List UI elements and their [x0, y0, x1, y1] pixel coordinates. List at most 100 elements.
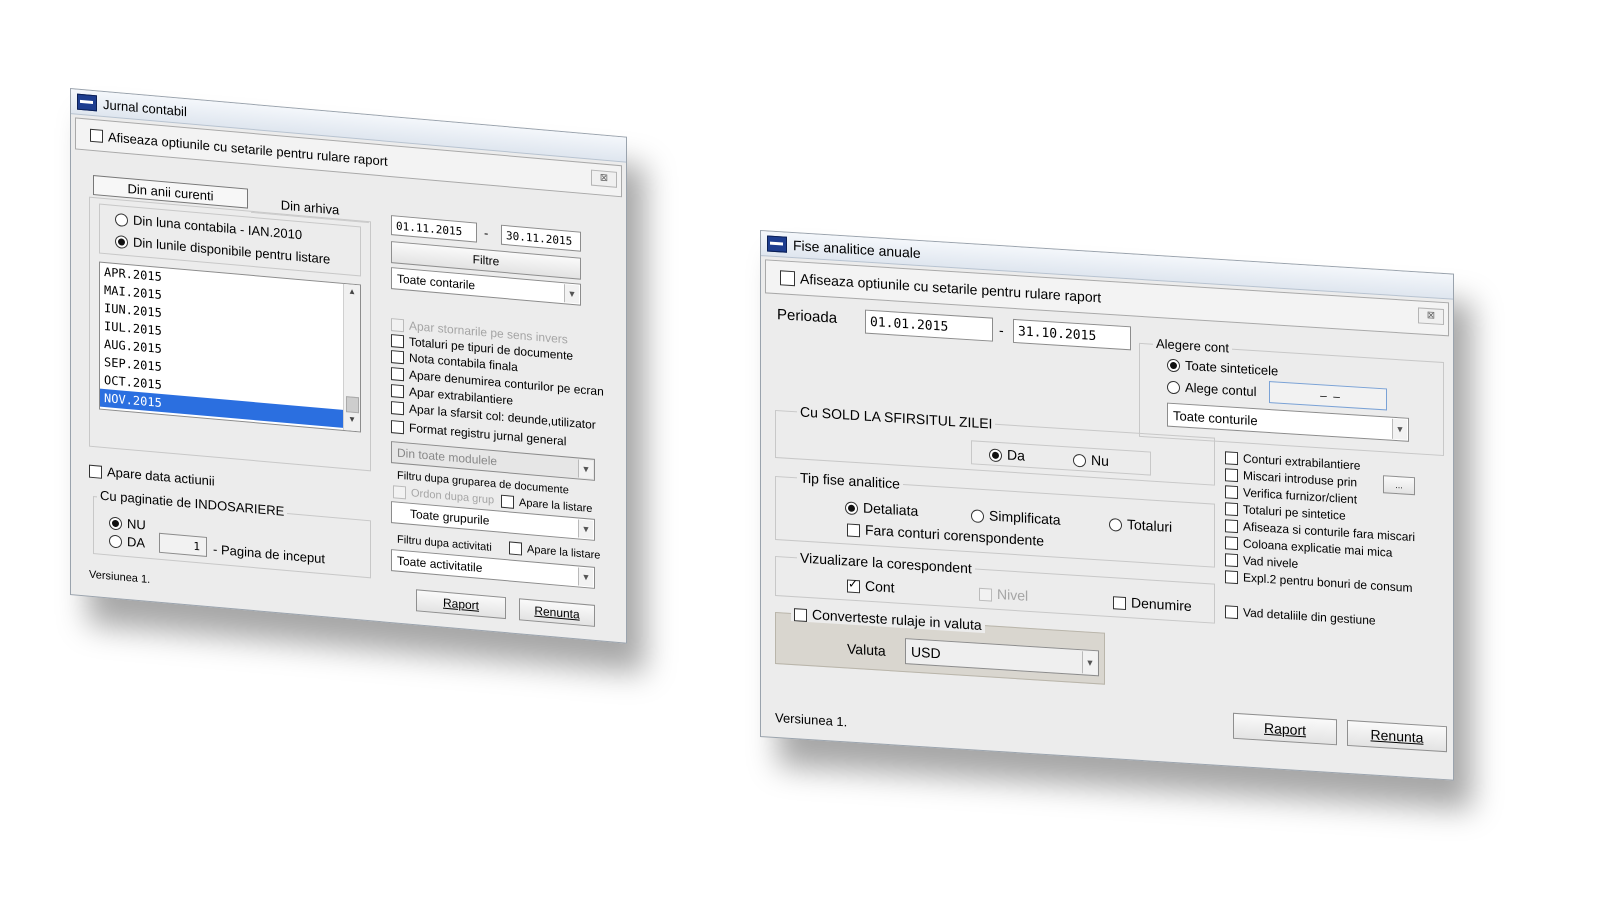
vad-nivele-checkbox[interactable] — [1225, 553, 1238, 568]
renunta-label: Renunta — [534, 603, 580, 622]
close-icon[interactable]: ⊠ — [591, 169, 617, 188]
version-label: Versiunea 1. — [775, 709, 848, 730]
scroll-thumb[interactable] — [346, 396, 359, 414]
miscari-browse-button[interactable]: ... — [1383, 475, 1415, 496]
valuta-label: Valuta — [847, 640, 886, 659]
coloana-checkbox[interactable] — [1225, 536, 1238, 551]
nivel-checkbox — [979, 587, 992, 602]
sold-nu-label: Nu — [1091, 451, 1109, 469]
cont-label: Cont — [865, 577, 895, 596]
opt-vad-detaliile[interactable]: Vad detaliile din gestiune — [1225, 604, 1376, 628]
verifica-checkbox[interactable] — [1225, 485, 1238, 500]
opt-apare-listare-2[interactable]: Apare la listare — [509, 541, 600, 562]
vad-detaliile-label: Vad detaliile din gestiune — [1243, 605, 1376, 628]
valuta-combo-value: USD — [911, 643, 941, 662]
chevron-down-icon[interactable]: ▼ — [578, 567, 593, 587]
fara-conturi-checkbox[interactable] — [847, 523, 860, 538]
renunta-button[interactable]: Renunta — [519, 598, 595, 627]
grupuri-combo-value: Toate grupurile — [410, 506, 490, 528]
toate-sinteticele-radio[interactable] — [1167, 358, 1180, 373]
perioada-label: Perioada — [777, 306, 838, 327]
sold-nu-radio[interactable] — [1073, 453, 1086, 468]
detaliata-label: Detaliata — [863, 499, 919, 519]
radio-nu-label: NU — [127, 515, 146, 533]
apare-listare-2-checkbox[interactable] — [509, 541, 522, 556]
close-icon[interactable]: ⊠ — [1418, 307, 1444, 326]
months-scrollbar[interactable]: ▲ ▼ — [343, 283, 360, 432]
app-icon — [767, 235, 787, 253]
renunta-button[interactable]: Renunta — [1347, 719, 1447, 753]
conturi-combo-value: Toate conturile — [1173, 407, 1258, 428]
sold-da-radio[interactable] — [989, 448, 1002, 463]
expl2-label: Expl.2 pentru bonuri de consum — [1243, 570, 1413, 596]
renunta-label: Renunta — [1370, 726, 1424, 746]
chevron-down-icon[interactable]: ▼ — [1392, 418, 1407, 440]
date-dash: - — [999, 322, 1004, 339]
fise-analitice-window: Fise analitice anuale Afiseaza optiunile… — [760, 230, 1454, 781]
show-options-checkbox[interactable] — [780, 269, 795, 286]
raport-button[interactable]: Raport — [416, 589, 506, 620]
converteste-checkbox[interactable] — [794, 607, 807, 622]
scroll-up-icon[interactable]: ▲ — [344, 286, 360, 301]
alege-contul-radio[interactable] — [1167, 380, 1180, 395]
conturi-combo-value: Toate contarile — [397, 271, 476, 293]
radio-nu-button[interactable] — [109, 516, 122, 531]
nota-checkbox[interactable] — [391, 350, 404, 365]
format-checkbox[interactable] — [391, 420, 404, 435]
module-combo-value: Din toate modulele — [397, 445, 498, 469]
app-icon — [77, 93, 97, 112]
totaluri-checkbox[interactable] — [391, 334, 404, 349]
radio-sold-da[interactable]: Da — [989, 445, 1025, 464]
fise-title: Fise analitice anuale — [793, 237, 921, 262]
show-options-checkbox[interactable] — [90, 128, 103, 143]
afiseaza-fara-checkbox[interactable] — [1225, 519, 1238, 534]
detaliata-radio[interactable] — [845, 501, 858, 515]
radio-lunile-button[interactable] — [115, 234, 128, 250]
apare-denumirea-checkbox[interactable] — [391, 367, 404, 382]
radio-da-button[interactable] — [109, 534, 122, 549]
totaluri-sint-checkbox[interactable] — [1225, 502, 1238, 517]
chevron-down-icon[interactable]: ▼ — [578, 519, 593, 539]
opt-expl2[interactable]: Expl.2 pentru bonuri de consum — [1225, 569, 1412, 595]
date-dash: - — [484, 225, 489, 241]
apare-data-option[interactable]: Apare data actiunii — [89, 463, 215, 489]
radio-da-label: DA — [127, 533, 146, 551]
chevron-down-icon[interactable]: ▼ — [1082, 651, 1097, 675]
apar-sfarsit-checkbox[interactable] — [391, 401, 404, 416]
opt-vad-nivele[interactable]: Vad nivele — [1225, 552, 1298, 571]
show-options-label: Afiseaza optiunile cu setarile pentru ru… — [800, 270, 1102, 306]
sold-da-label: Da — [1007, 446, 1025, 464]
apare-listare-1-checkbox[interactable] — [501, 494, 514, 509]
jurnal-title: Jurnal contabil — [103, 96, 187, 119]
apare-data-label: Apare data actiunii — [107, 464, 215, 489]
denumire-checkbox[interactable] — [1113, 596, 1126, 610]
chevron-down-icon[interactable]: ▼ — [564, 284, 579, 304]
totaluri-radio[interactable] — [1109, 517, 1122, 532]
jurnal-contabil-window: Jurnal contabil Afiseaza optiunile cu se… — [70, 88, 627, 644]
totaluri-label: Totaluri — [1127, 516, 1173, 535]
radio-da[interactable]: DA — [109, 532, 146, 551]
apar-stornarile-checkbox — [391, 318, 404, 333]
date-to-input[interactable]: 30.11.2015 — [501, 224, 581, 252]
scroll-down-icon[interactable]: ▼ — [344, 414, 360, 429]
simplificata-radio[interactable] — [971, 509, 984, 523]
date-to-input[interactable]: 31.10.2015 — [1013, 318, 1131, 351]
date-from-input[interactable]: 01.01.2015 — [865, 309, 993, 342]
radio-luna-button[interactable] — [115, 212, 128, 228]
pagina-input[interactable]: 1 — [159, 532, 207, 557]
miscari-checkbox[interactable] — [1225, 468, 1238, 483]
radio-nu[interactable]: NU — [109, 514, 146, 533]
raport-label: Raport — [442, 595, 480, 613]
raport-button[interactable]: Raport — [1233, 712, 1337, 746]
months-list[interactable]: APR.2015 MAI.2015 IUN.2015 IUL.2015 AUG.… — [99, 261, 361, 433]
apar-extra-checkbox[interactable] — [391, 384, 404, 399]
vad-detaliile-checkbox[interactable] — [1225, 605, 1238, 620]
nivel-label: Nivel — [997, 585, 1029, 604]
apare-data-checkbox[interactable] — [89, 464, 102, 479]
extrabilantiere-checkbox[interactable] — [1225, 451, 1238, 466]
date-from-input[interactable]: 01.11.2015 — [391, 215, 477, 243]
radio-sold-nu[interactable]: Nu — [1073, 451, 1109, 469]
expl2-checkbox[interactable] — [1225, 570, 1238, 585]
cont-checkbox[interactable] — [847, 579, 860, 594]
opt-cont[interactable]: Cont — [847, 576, 895, 595]
